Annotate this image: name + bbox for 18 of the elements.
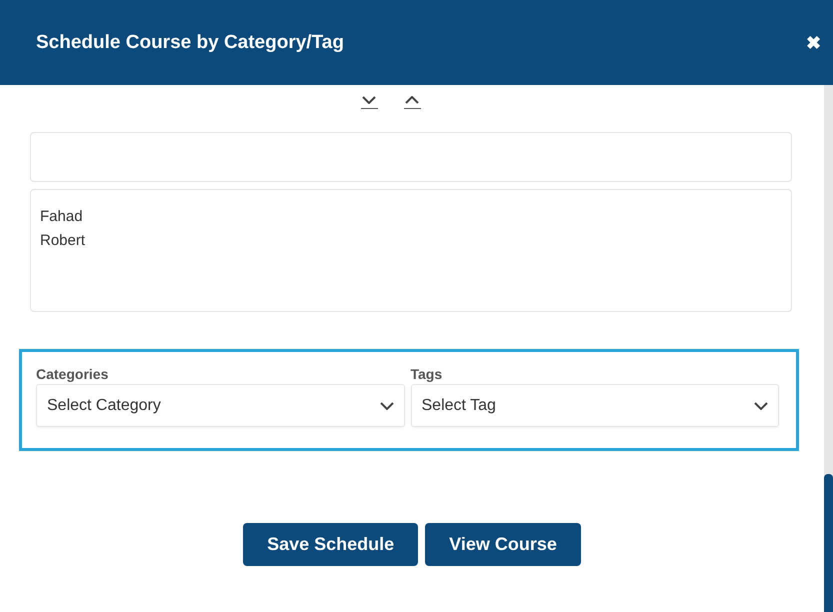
chevron-up-icon	[405, 96, 419, 104]
move-up-button[interactable]	[404, 93, 420, 109]
close-button[interactable]: ✖	[806, 32, 821, 54]
dialog-title: Schedule Course by Category/Tag	[36, 32, 344, 54]
input-field[interactable]	[30, 132, 792, 182]
chevron-down-icon	[362, 96, 376, 104]
select-dropdown[interactable]: Select Category	[36, 384, 404, 427]
chevron-down-icon	[754, 402, 768, 410]
view-button[interactable]: View Course	[425, 523, 581, 566]
filter-label: Tags	[410, 366, 444, 382]
filter-label: Categories	[36, 366, 110, 382]
select-dropdown[interactable]: Select Tag	[410, 384, 779, 427]
name-text: Fahad	[40, 207, 84, 227]
chevron-down-icon	[380, 402, 394, 410]
names-box[interactable]: Fahad Robert	[30, 189, 792, 312]
scrollbar-thumb[interactable]	[824, 474, 833, 612]
name-text: Robert	[40, 231, 86, 251]
save-button[interactable]: Save Schedule	[243, 523, 418, 566]
